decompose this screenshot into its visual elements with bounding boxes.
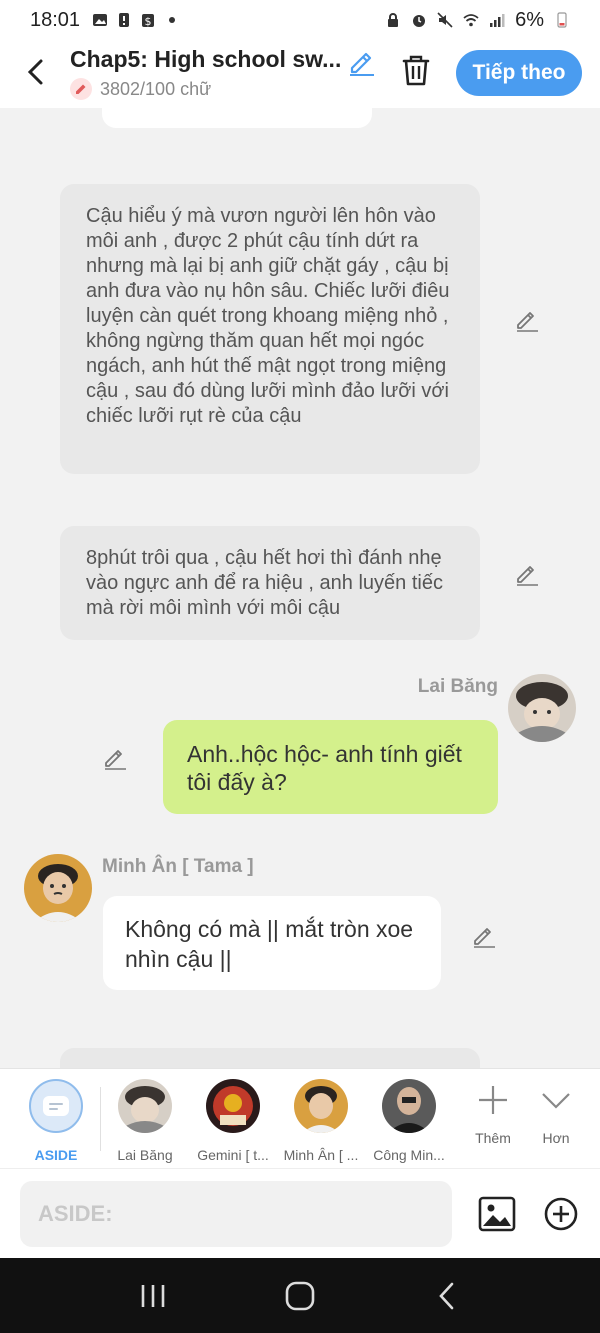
avatar bbox=[294, 1079, 348, 1133]
system-icons: 6% bbox=[385, 9, 570, 32]
message-input[interactable] bbox=[20, 1181, 452, 1247]
aside-message[interactable]: Cậu hiểu ý mà vươn người lên hôn vào môi… bbox=[60, 184, 480, 474]
character-gemini[interactable]: Gemini [ t... bbox=[188, 1079, 278, 1163]
alarm-icon bbox=[413, 15, 426, 27]
recent-apps-button[interactable] bbox=[133, 1276, 173, 1316]
recents-icon bbox=[142, 1284, 165, 1307]
character-lai-bang[interactable]: Lai Băng bbox=[100, 1079, 190, 1163]
gallery-icon bbox=[93, 14, 108, 26]
character-cong-minh[interactable]: Công Min... bbox=[364, 1079, 454, 1163]
svg-text:$: $ bbox=[145, 15, 152, 28]
lock-icon bbox=[388, 13, 399, 27]
expand-characters-button[interactable]: Hơn bbox=[526, 1083, 586, 1146]
sender-name: Lai Băng bbox=[417, 676, 498, 697]
mute-icon bbox=[437, 12, 453, 28]
pencil-icon bbox=[70, 78, 92, 100]
sender-name: Minh Ân [ Tama ] bbox=[102, 856, 254, 877]
word-count-row: 3802/100 chữ bbox=[70, 78, 211, 100]
edit-message-icon[interactable] bbox=[514, 560, 540, 586]
battery-icon bbox=[557, 12, 567, 28]
trash-icon[interactable] bbox=[398, 52, 434, 88]
input-bar bbox=[0, 1168, 600, 1258]
battery-percent: 6% bbox=[515, 8, 544, 31]
edit-message-icon[interactable] bbox=[514, 306, 540, 332]
edit-message-icon[interactable] bbox=[102, 744, 128, 770]
dollar-icon: $ bbox=[142, 14, 155, 28]
chevron-down-icon bbox=[542, 1093, 570, 1109]
avatar bbox=[382, 1079, 436, 1133]
back-nav-button[interactable] bbox=[427, 1276, 467, 1316]
character-label: Minh Ân [ ... bbox=[283, 1147, 359, 1163]
back-arrow-icon bbox=[438, 1282, 453, 1309]
image-icon[interactable] bbox=[478, 1195, 516, 1233]
plus-icon bbox=[479, 1086, 507, 1114]
expand-label: Hơn bbox=[542, 1130, 570, 1146]
edit-message-icon[interactable] bbox=[471, 922, 497, 948]
next-button[interactable]: Tiếp theo bbox=[456, 50, 582, 96]
system-nav-bar bbox=[0, 1258, 600, 1333]
aside-message[interactable]: 8phút trôi qua , cậu hết hơi thì đánh nh… bbox=[60, 526, 480, 640]
word-count: 3802/100 chữ bbox=[100, 78, 212, 99]
add-circle-icon[interactable] bbox=[543, 1196, 579, 1232]
aside-icon bbox=[29, 1079, 83, 1133]
edit-title-icon[interactable] bbox=[346, 46, 376, 76]
status-time: 18:01 bbox=[30, 8, 81, 31]
alert-icon bbox=[119, 13, 130, 27]
notification-icons: $ bbox=[92, 12, 180, 28]
home-button[interactable] bbox=[280, 1276, 320, 1316]
chevron-left-icon bbox=[27, 59, 43, 85]
user-message-bubble[interactable]: Anh..hộc hộc- anh tính giết tôi đấy à? bbox=[163, 720, 498, 814]
character-label: ASIDE bbox=[34, 1147, 78, 1163]
aside-message-partial[interactable] bbox=[60, 1048, 480, 1068]
add-label: Thêm bbox=[475, 1130, 511, 1146]
home-icon bbox=[285, 1281, 315, 1310]
character-minh-an[interactable]: Minh Ân [ ... bbox=[276, 1079, 366, 1163]
character-label: Lai Băng bbox=[117, 1147, 173, 1163]
status-bar: 18:01 $ 6% bbox=[0, 0, 600, 40]
avatar-lai-bang[interactable] bbox=[508, 674, 576, 742]
character-selector: ASIDE Lai Băng Gemini [ t... Minh Ân [ .… bbox=[0, 1068, 600, 1168]
character-message-bubble[interactable]: Không có mà || mắt tròn xoe nhìn cậu || bbox=[103, 896, 441, 990]
avatar-minh-an[interactable] bbox=[24, 854, 92, 922]
chat-area[interactable]: Cậu hiểu ý mà vươn người lên hôn vào môi… bbox=[0, 108, 600, 1068]
character-label: Gemini [ t... bbox=[197, 1147, 269, 1163]
wifi-icon bbox=[463, 14, 479, 27]
signal-icon bbox=[490, 14, 505, 27]
chapter-header: Chap5: High school sw... 3802/100 chữ Ti… bbox=[0, 40, 600, 108]
add-character-button[interactable]: Thêm bbox=[463, 1083, 523, 1146]
character-label: Công Min... bbox=[373, 1147, 445, 1163]
partial-message-bubble[interactable] bbox=[102, 108, 372, 128]
avatar bbox=[118, 1079, 172, 1133]
chapter-title[interactable]: Chap5: High school sw... bbox=[70, 46, 341, 73]
dot-icon bbox=[169, 17, 176, 23]
back-button[interactable] bbox=[18, 54, 54, 90]
character-aside[interactable]: ASIDE bbox=[11, 1079, 101, 1163]
avatar bbox=[206, 1079, 260, 1133]
